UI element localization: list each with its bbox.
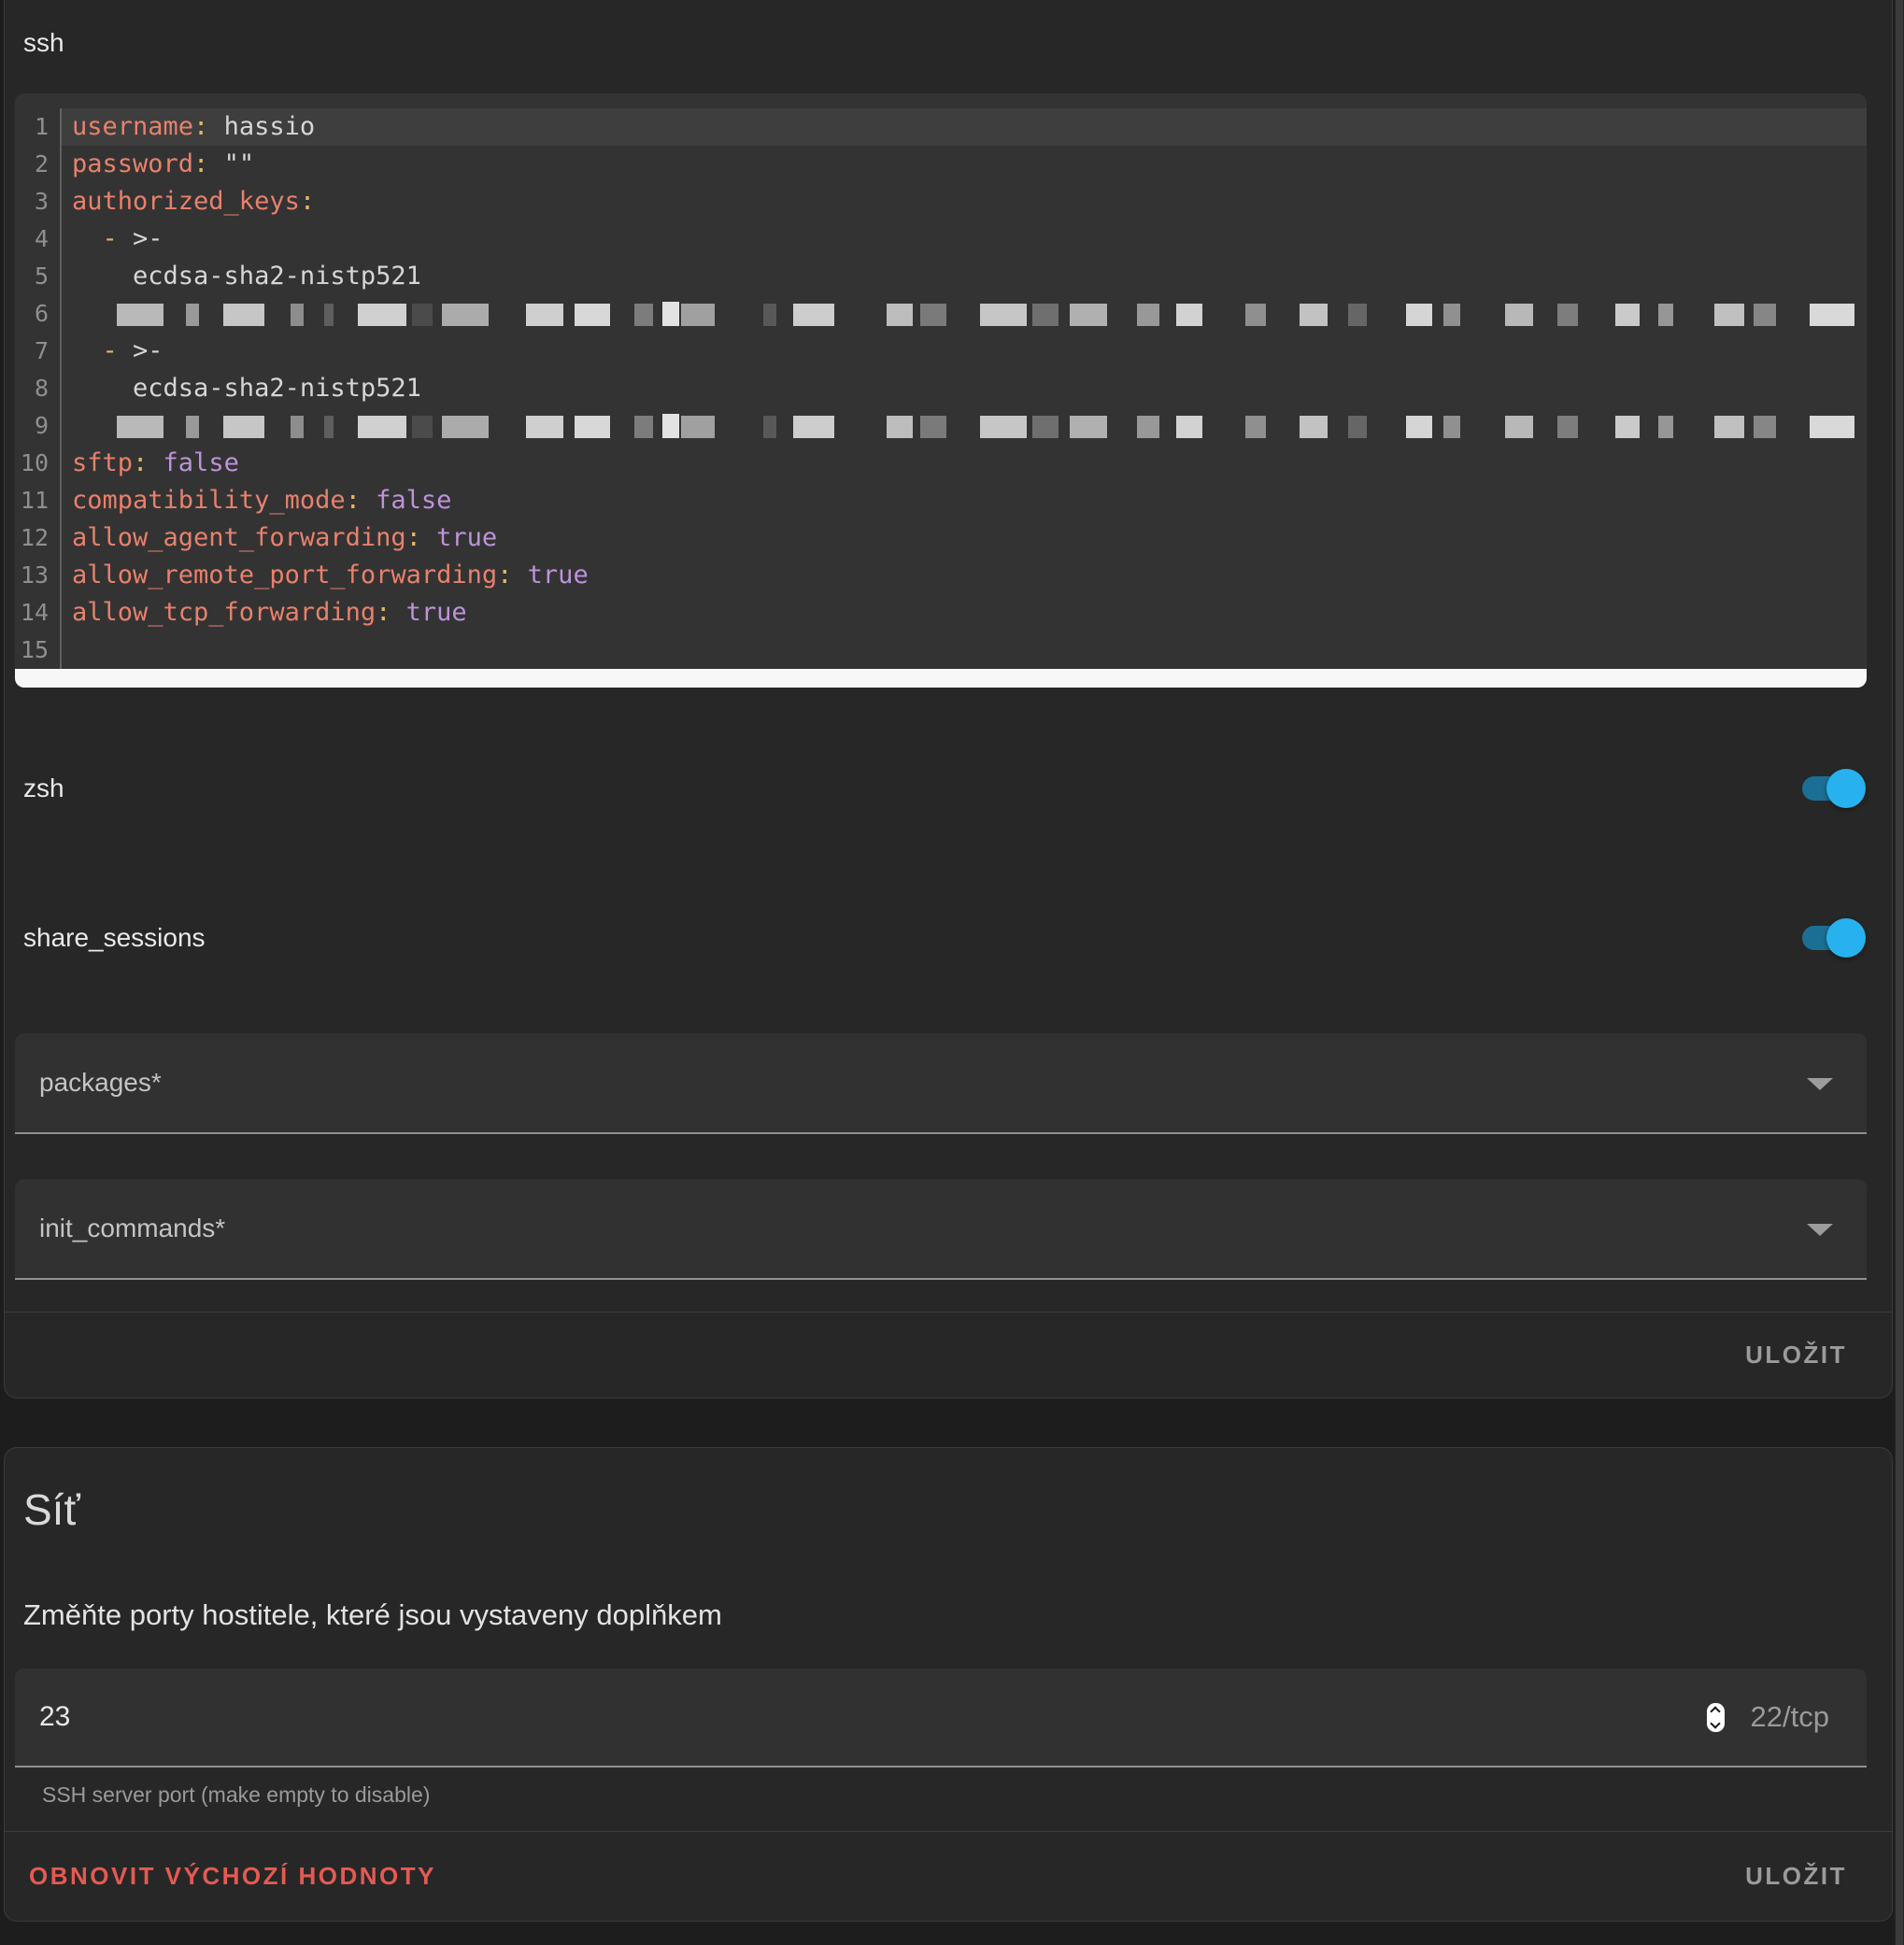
chevron-down-icon <box>1710 1718 1720 1728</box>
code-line: 12allow_agent_forwarding: true <box>15 519 1867 557</box>
container-port-label: 22/tcp <box>1751 1700 1829 1734</box>
redacted-code <box>62 295 1867 333</box>
ssh-option-label: ssh <box>5 0 1892 60</box>
code-line: 5 ecdsa-sha2-nistp521 <box>15 258 1867 295</box>
chevron-up-icon <box>1710 1706 1720 1716</box>
redacted-ssh-key <box>117 414 1867 438</box>
code-content: allow_remote_port_forwarding: true <box>62 557 1867 594</box>
line-number: 3 <box>15 183 62 220</box>
line-number: 15 <box>15 632 62 669</box>
code-line: 13allow_remote_port_forwarding: true <box>15 557 1867 594</box>
line-number: 7 <box>15 333 62 370</box>
code-line: 8 ecdsa-sha2-nistp521 <box>15 370 1867 407</box>
code-line: 4 - >- <box>15 220 1867 258</box>
editor-horizontal-scrollbar[interactable] <box>15 669 1867 688</box>
init-commands-dropdown-label: init_commands* <box>15 1214 225 1243</box>
code-line: 15 <box>15 632 1867 669</box>
code-content: authorized_keys: <box>62 183 1867 220</box>
code-content: - >- <box>62 220 1867 258</box>
chevron-down-icon <box>1807 1078 1833 1090</box>
code-content: password: "" <box>62 146 1867 183</box>
network-title: Síť <box>5 1448 1892 1536</box>
code-content: - >- <box>62 333 1867 370</box>
code-content: sftp: false <box>62 445 1867 482</box>
toggle-thumb <box>1826 769 1866 808</box>
code-line: 6 <box>15 295 1867 333</box>
code-content <box>62 632 1867 669</box>
code-line: 9 <box>15 407 1867 445</box>
line-number: 10 <box>15 445 62 482</box>
code-line: 11compatibility_mode: false <box>15 482 1867 519</box>
number-stepper-icon[interactable] <box>1707 1703 1725 1732</box>
zsh-label: zsh <box>23 774 64 803</box>
yaml-editor-lines: 1username: hassio2password: ""3authorize… <box>15 93 1867 669</box>
reset-defaults-button[interactable]: OBNOVIT VÝCHOZÍ HODNOTY <box>29 1862 436 1891</box>
save-button[interactable]: ULOŽIT <box>1745 1862 1847 1891</box>
share-sessions-row: share_sessions <box>5 882 1892 994</box>
ssh-port-helper-text: SSH server port (make empty to disable) <box>42 1782 1892 1807</box>
config-card-footer: ULOŽIT <box>5 1312 1892 1398</box>
line-number: 5 <box>15 258 62 295</box>
network-description: Změňte porty hostitele, které jsou vysta… <box>23 1597 1892 1633</box>
line-number: 13 <box>15 557 62 594</box>
addon-config-screen: ssh 1username: hassio2password: ""3autho… <box>0 0 1904 1945</box>
init-commands-dropdown[interactable]: init_commands* <box>15 1179 1867 1280</box>
line-number: 9 <box>15 407 62 445</box>
code-content: allow_agent_forwarding: true <box>62 519 1867 557</box>
code-content: username: hassio <box>62 108 1867 146</box>
network-card-footer: OBNOVIT VÝCHOZÍ HODNOTY ULOŽIT <box>5 1831 1892 1921</box>
config-card: ssh 1username: hassio2password: ""3autho… <box>4 0 1893 1398</box>
packages-dropdown-label: packages* <box>15 1068 162 1098</box>
yaml-editor[interactable]: 1username: hassio2password: ""3authorize… <box>15 93 1867 688</box>
ssh-port-input[interactable] <box>15 1701 295 1733</box>
page-scrollbar[interactable] <box>1895 0 1904 1945</box>
network-card: Síť Změňte porty hostitele, které jsou v… <box>4 1447 1893 1922</box>
code-content: compatibility_mode: false <box>62 482 1867 519</box>
ssh-port-field: 22/tcp <box>15 1668 1867 1768</box>
line-number: 4 <box>15 220 62 258</box>
line-number: 12 <box>15 519 62 557</box>
share-sessions-label: share_sessions <box>23 923 206 953</box>
line-number: 6 <box>15 295 62 333</box>
line-number: 11 <box>15 482 62 519</box>
save-button[interactable]: ULOŽIT <box>1745 1341 1847 1370</box>
port-field-right: 22/tcp <box>1707 1700 1867 1734</box>
redacted-code <box>62 407 1867 445</box>
code-line: 1username: hassio <box>15 108 1867 146</box>
share-sessions-toggle[interactable] <box>1802 926 1864 950</box>
line-number: 8 <box>15 370 62 407</box>
toggle-thumb <box>1826 918 1866 958</box>
code-content: allow_tcp_forwarding: true <box>62 594 1867 632</box>
code-line: 14allow_tcp_forwarding: true <box>15 594 1867 632</box>
packages-dropdown[interactable]: packages* <box>15 1033 1867 1134</box>
line-number: 14 <box>15 594 62 632</box>
code-line: 3authorized_keys: <box>15 183 1867 220</box>
page-scrollbar-thumb[interactable] <box>1896 0 1903 1945</box>
line-number: 2 <box>15 146 62 183</box>
code-line: 7 - >- <box>15 333 1867 370</box>
redacted-ssh-key <box>117 302 1867 326</box>
code-line: 10sftp: false <box>15 445 1867 482</box>
zsh-row: zsh <box>5 732 1892 845</box>
line-number: 1 <box>15 108 62 146</box>
code-content: ecdsa-sha2-nistp521 <box>62 258 1867 295</box>
code-line: 2password: "" <box>15 146 1867 183</box>
zsh-toggle[interactable] <box>1802 776 1864 801</box>
chevron-down-icon <box>1807 1224 1833 1236</box>
code-content: ecdsa-sha2-nistp521 <box>62 370 1867 407</box>
